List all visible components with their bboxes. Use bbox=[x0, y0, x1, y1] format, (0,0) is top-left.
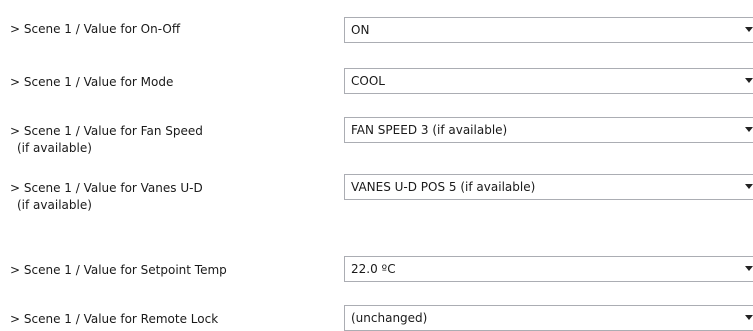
mode-dropdown[interactable]: COOL bbox=[344, 68, 753, 94]
chevron-down-icon[interactable] bbox=[745, 27, 753, 32]
parameter-label-text: > Scene 1 / Value for Setpoint Temp bbox=[10, 263, 227, 277]
dropdown-selected-value: FAN SPEED 3 (if available) bbox=[351, 123, 508, 137]
parameter-label: > Scene 1 / Value for On-Off bbox=[10, 21, 180, 38]
chevron-down-icon[interactable] bbox=[745, 127, 753, 132]
parameter-label: > Scene 1 / Value for Setpoint Temp bbox=[10, 262, 227, 279]
parameter-label: > Scene 1 / Value for Fan Speed (if avai… bbox=[10, 123, 203, 157]
on-off-dropdown[interactable]: ON bbox=[344, 17, 753, 43]
dropdown-selected-value: COOL bbox=[351, 74, 385, 88]
parameter-label: > Scene 1 / Value for Vanes U-D (if avai… bbox=[10, 180, 203, 214]
dropdown-selected-value: (unchanged) bbox=[351, 311, 428, 325]
chevron-down-icon[interactable] bbox=[745, 315, 753, 320]
parameter-label-text: > Scene 1 / Value for Remote Lock bbox=[10, 312, 219, 326]
dropdown-selected-value: VANES U-D POS 5 (if available) bbox=[351, 180, 536, 194]
remote-lock-dropdown[interactable]: (unchanged) bbox=[344, 305, 753, 331]
parameter-label: > Scene 1 / Value for Remote Lock bbox=[10, 311, 218, 328]
parameter-label-text: > Scene 1 / Value for Vanes U-D bbox=[10, 181, 203, 195]
setpoint-temp-dropdown[interactable]: 22.0 ºC bbox=[344, 256, 753, 282]
parameter-sublabel: (if available) bbox=[17, 198, 92, 212]
chevron-down-icon[interactable] bbox=[745, 184, 753, 189]
chevron-down-icon[interactable] bbox=[745, 78, 753, 83]
chevron-down-icon[interactable] bbox=[745, 266, 753, 271]
parameter-label: > Scene 1 / Value for Mode bbox=[10, 74, 173, 91]
parameter-label-text: > Scene 1 / Value for On-Off bbox=[10, 22, 181, 36]
parameter-label-text: > Scene 1 / Value for Fan Speed bbox=[10, 124, 203, 138]
parameter-sublabel: (if available) bbox=[17, 141, 92, 155]
dropdown-selected-value: ON bbox=[351, 23, 370, 37]
dropdown-selected-value: 22.0 ºC bbox=[351, 262, 396, 276]
fan-speed-dropdown[interactable]: FAN SPEED 3 (if available) bbox=[344, 117, 753, 143]
vanes-ud-dropdown[interactable]: VANES U-D POS 5 (if available) bbox=[344, 174, 753, 200]
parameter-label-text: > Scene 1 / Value for Mode bbox=[10, 75, 174, 89]
